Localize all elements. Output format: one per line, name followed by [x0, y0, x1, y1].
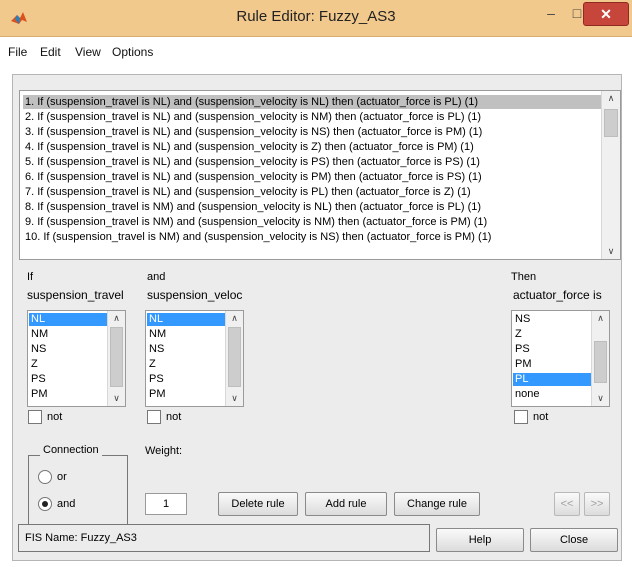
- close-window-button[interactable]: ✕: [583, 2, 629, 26]
- scroll-thumb[interactable]: [604, 109, 618, 137]
- then-not-checkbox[interactable]: [514, 410, 528, 424]
- if-option[interactable]: PM: [29, 388, 48, 401]
- minimize-button[interactable]: –: [540, 2, 562, 24]
- and-option[interactable]: Z: [147, 358, 156, 371]
- if-option[interactable]: NM: [29, 328, 48, 341]
- menu-edit[interactable]: Edit: [40, 45, 61, 59]
- menu-bar: File Edit View Options: [0, 37, 632, 67]
- rule-list-scrollbar[interactable]: ∧ ∨: [601, 91, 620, 259]
- if-variable-label: suspension_travel: [27, 288, 124, 302]
- if-keyword: If: [27, 271, 34, 283]
- then-keyword: Then: [511, 271, 537, 283]
- delete-rule-button[interactable]: Delete rule: [218, 492, 298, 516]
- and-option[interactable]: NS: [147, 343, 164, 356]
- if-option[interactable]: NS: [29, 343, 46, 356]
- window-title: Rule Editor: Fuzzy_AS3: [236, 8, 396, 25]
- and-radio[interactable]: [38, 497, 52, 511]
- fis-name-text: FIS Name: Fuzzy_AS3: [25, 532, 137, 544]
- menu-view[interactable]: View: [75, 45, 101, 59]
- and-option[interactable]: NM: [147, 328, 166, 341]
- connection-label: Connection: [40, 444, 102, 456]
- add-rule-button[interactable]: Add rule: [305, 492, 387, 516]
- rule-item-2[interactable]: 2. If (suspension_travel is NL) and (sus…: [25, 110, 481, 124]
- change-rule-button[interactable]: Change rule: [394, 492, 480, 516]
- connection-group: [28, 455, 128, 534]
- rule-item-8[interactable]: 8. If (suspension_travel is NM) and (sus…: [25, 200, 481, 214]
- and-not-label: not: [166, 411, 182, 423]
- rule-item-7[interactable]: 7. If (suspension_travel is NL) and (sus…: [25, 185, 471, 199]
- and-keyword: and: [147, 271, 166, 283]
- and-mf-list[interactable]: NL NM NS Z PS PM ∧ ∨: [145, 310, 244, 407]
- rule-item-9[interactable]: 9. If (suspension_travel is NM) and (sus…: [25, 215, 487, 229]
- and-variable-label: suspension_veloc: [147, 288, 243, 302]
- scroll-thumb[interactable]: [594, 341, 607, 383]
- then-not-label: not: [533, 411, 549, 423]
- if-mf-list[interactable]: NL NM NS Z PS PM ∧ ∨: [27, 310, 126, 407]
- if-option[interactable]: NL: [29, 313, 107, 326]
- then-variable-label: actuator_force is: [513, 288, 602, 302]
- or-radio[interactable]: [38, 470, 52, 484]
- weight-label: Weight:: [145, 445, 183, 457]
- if-not-label: not: [47, 411, 63, 423]
- scroll-down-icon[interactable]: ∨: [108, 393, 125, 404]
- close-button[interactable]: Close: [530, 528, 618, 552]
- help-button[interactable]: Help: [436, 528, 524, 552]
- menu-options[interactable]: Options: [112, 45, 153, 59]
- status-bar: FIS Name: Fuzzy_AS3: [18, 524, 430, 552]
- and-option[interactable]: PS: [147, 373, 164, 386]
- then-option[interactable]: PS: [513, 343, 530, 356]
- scroll-up-icon[interactable]: ∧: [108, 313, 125, 324]
- if-list-scrollbar[interactable]: ∧ ∨: [107, 311, 125, 406]
- rule-list[interactable]: 1. If (suspension_travel is NL) and (sus…: [19, 90, 621, 260]
- rule-item-4[interactable]: 4. If (suspension_travel is NL) and (sus…: [25, 140, 474, 154]
- and-not-checkbox[interactable]: [147, 410, 161, 424]
- then-mf-list[interactable]: NS Z PS PM PL none ∧ ∨: [511, 310, 610, 407]
- scroll-thumb[interactable]: [228, 327, 241, 387]
- scroll-thumb[interactable]: [110, 327, 123, 387]
- scroll-up-icon[interactable]: ∧: [226, 313, 243, 324]
- then-option[interactable]: PL: [513, 373, 591, 386]
- and-option[interactable]: PM: [147, 388, 166, 401]
- rule-item-10[interactable]: 10. If (suspension_travel is NM) and (su…: [25, 230, 491, 244]
- next-button[interactable]: >>: [584, 492, 610, 516]
- prev-button[interactable]: <<: [554, 492, 580, 516]
- menu-file[interactable]: File: [8, 45, 27, 59]
- rule-item-1[interactable]: 1. If (suspension_travel is NL) and (sus…: [23, 95, 613, 109]
- scroll-up-icon[interactable]: ∧: [602, 93, 620, 104]
- rule-item-6[interactable]: 6. If (suspension_travel is NL) and (sus…: [25, 170, 482, 184]
- if-option[interactable]: Z: [29, 358, 38, 371]
- scroll-down-icon[interactable]: ∨: [226, 393, 243, 404]
- rule-item-3[interactable]: 3. If (suspension_travel is NL) and (sus…: [25, 125, 482, 139]
- and-radio-label: and: [57, 498, 76, 510]
- or-label: or: [57, 471, 67, 483]
- radio-selected-dot: [42, 501, 48, 507]
- then-option[interactable]: NS: [513, 313, 530, 326]
- then-option[interactable]: none: [513, 388, 539, 401]
- rule-item-5[interactable]: 5. If (suspension_travel is NL) and (sus…: [25, 155, 480, 169]
- and-list-scrollbar[interactable]: ∧ ∨: [225, 311, 243, 406]
- if-not-checkbox[interactable]: [28, 410, 42, 424]
- and-option[interactable]: NL: [147, 313, 225, 326]
- scroll-down-icon[interactable]: ∨: [602, 246, 620, 257]
- scroll-up-icon[interactable]: ∧: [592, 313, 609, 324]
- title-bar: Rule Editor: Fuzzy_AS3 – □ ✕: [0, 0, 632, 37]
- then-option[interactable]: Z: [513, 328, 522, 341]
- weight-input[interactable]: 1: [145, 493, 187, 515]
- if-option[interactable]: PS: [29, 373, 46, 386]
- then-option[interactable]: PM: [513, 358, 532, 371]
- then-list-scrollbar[interactable]: ∧ ∨: [591, 311, 609, 406]
- scroll-down-icon[interactable]: ∨: [592, 393, 609, 404]
